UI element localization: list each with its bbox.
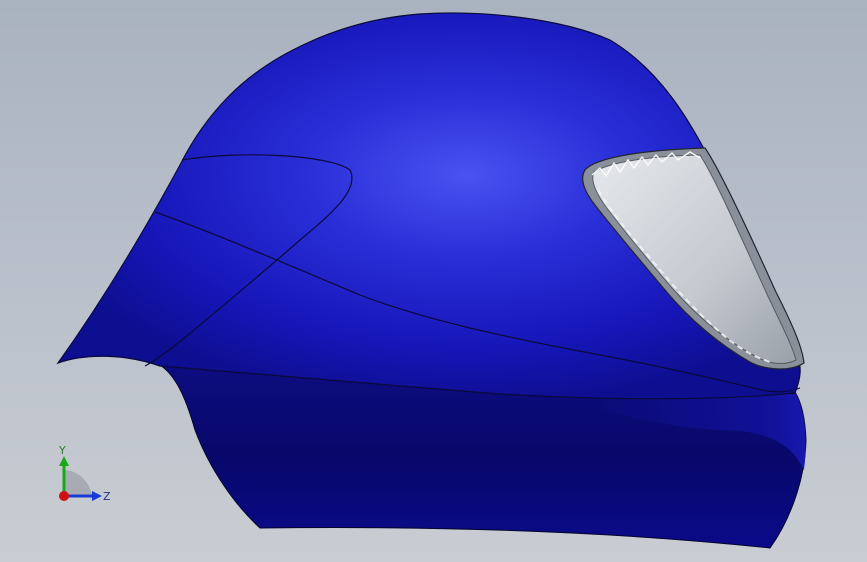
triad-y-arrow — [59, 456, 69, 466]
triad-x-axis-dot — [59, 491, 69, 501]
orientation-triad[interactable]: Y Z — [48, 438, 118, 510]
triad-y-label: Y — [58, 444, 66, 457]
triad-z-label: Z — [103, 490, 111, 503]
triad-plane-shading — [64, 470, 92, 496]
helmet-3d-model[interactable] — [0, 0, 867, 562]
graphics-viewport[interactable]: Y Z — [0, 0, 867, 562]
triad-z-arrow — [92, 491, 102, 501]
